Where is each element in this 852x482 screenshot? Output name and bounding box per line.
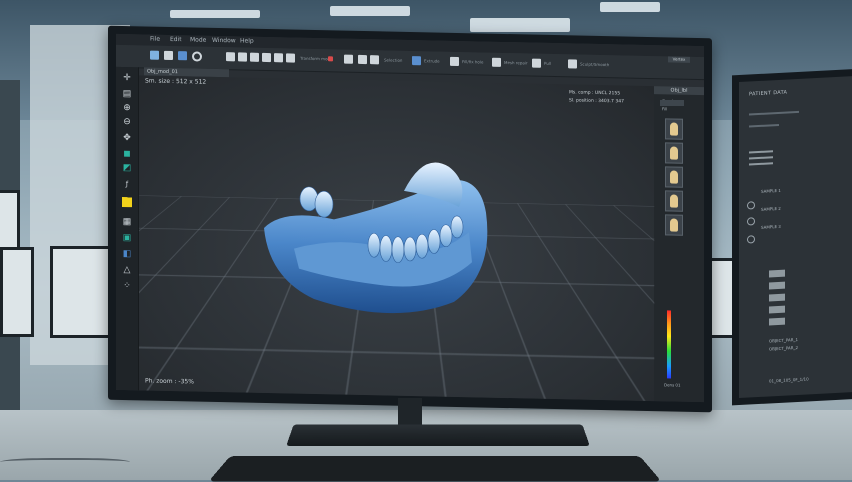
object-param-label: OBJECT_PAR_1 xyxy=(769,336,799,344)
secondary-monitor: PATIENT DATA SAMPLE 1 SAMPLE 2 SAMPLE 3 … xyxy=(732,68,852,406)
sphere-icon[interactable] xyxy=(192,51,202,62)
extrude-icon[interactable] xyxy=(412,56,421,66)
left-tool-rail: ✛ ▤ ⊕ ⊖ ✥ ◼ ◩ ƒ ▦ ▣ ◧ △ ⁘ xyxy=(116,66,139,391)
tooth-card[interactable] xyxy=(665,214,683,236)
mesh-icon[interactable]: ◩ xyxy=(122,163,132,173)
toolbar-label-pull: Pull xyxy=(544,60,552,66)
action-button[interactable] xyxy=(769,293,785,302)
layers-icon[interactable]: ▤ xyxy=(122,89,132,99)
tooth-card[interactable] xyxy=(665,190,683,212)
export-icon[interactable] xyxy=(178,51,187,61)
position-readout: Sl. position : 3403.7 347 xyxy=(569,98,624,105)
tooth-card[interactable] xyxy=(665,118,683,140)
ceiling-light xyxy=(330,6,410,16)
toolbar-label-repair: Mesh repair xyxy=(504,59,528,66)
3d-viewport[interactable]: Sm. size : 512 x 512 Ms. comp : UNCL 215… xyxy=(139,75,654,402)
right-panel: Obj_lbl Vertex Overlay Fill Dens 01 xyxy=(654,56,704,403)
brush-icon[interactable] xyxy=(344,54,353,64)
menu-file[interactable]: File xyxy=(150,36,160,43)
sample-radio[interactable] xyxy=(747,201,755,210)
background-monitor xyxy=(0,247,34,337)
sample-radio[interactable] xyxy=(747,235,755,244)
open-icon[interactable] xyxy=(164,50,173,61)
square-tool-icon[interactable] xyxy=(358,54,367,65)
grid-icon[interactable]: ▦ xyxy=(122,217,132,227)
save-icon[interactable] xyxy=(150,50,159,60)
toolbar-label-sculpt: Sculpt/Smooth xyxy=(580,61,610,68)
crosshair-icon[interactable]: ✛ xyxy=(122,73,132,83)
keyboard xyxy=(208,455,662,482)
repair-icon[interactable] xyxy=(492,57,501,67)
selection-icon[interactable] xyxy=(328,56,333,62)
sculpt-icon[interactable] xyxy=(568,59,577,69)
density-color-scale xyxy=(667,310,671,379)
toolbar-label-extrude: Extrude xyxy=(424,58,440,64)
action-button[interactable] xyxy=(769,281,785,290)
patient-data-window: PATIENT DATA SAMPLE 1 SAMPLE 2 SAMPLE 3 … xyxy=(739,75,852,399)
record-id: 01_08_105_0F_1/10 xyxy=(769,376,809,384)
action-button[interactable] xyxy=(769,317,785,326)
pull-icon[interactable] xyxy=(532,58,541,68)
ceiling-light xyxy=(170,10,260,18)
square-tool-icon[interactable] xyxy=(370,55,379,65)
checkbox-tool-icon[interactable] xyxy=(274,53,283,63)
zoom-out-icon[interactable]: ⊖ xyxy=(122,117,132,127)
cube-icon[interactable]: ◼ xyxy=(122,149,132,159)
main-monitor: File Edit Mode Window Help Transform mod… xyxy=(108,25,712,413)
checkbox-tool-icon[interactable] xyxy=(286,53,295,63)
tooth-card[interactable] xyxy=(665,142,683,164)
monitor-stand-neck xyxy=(398,398,422,428)
sample-label: SAMPLE 2 xyxy=(761,205,781,212)
text-line xyxy=(749,162,773,166)
ceiling-light xyxy=(600,2,660,12)
background-monitor xyxy=(0,190,20,250)
checkbox-tool-icon[interactable] xyxy=(262,52,271,63)
fill-toggle[interactable]: Fill xyxy=(662,106,667,111)
color-scale-label: Dens 01 xyxy=(664,382,681,388)
text-line xyxy=(749,110,799,116)
zoom-readout: Ph. zoom : -35% xyxy=(145,377,194,386)
patient-data-title: PATIENT DATA xyxy=(749,89,788,98)
menu-help[interactable]: Help xyxy=(240,37,254,44)
panel-icon[interactable]: ▣ xyxy=(122,233,132,243)
vertex-header-button[interactable] xyxy=(660,100,684,106)
menu-window[interactable]: Window xyxy=(212,37,236,44)
text-line xyxy=(749,156,773,160)
monitor-stand-base xyxy=(286,424,590,446)
toolbar-label-fill: Fill/fix hole xyxy=(462,59,484,65)
checkbox-tool-icon[interactable] xyxy=(226,52,235,62)
object-param-label: OBJECT_PAR_2 xyxy=(769,344,799,352)
sample-label: SAMPLE 3 xyxy=(761,223,781,230)
toolbar-label-selection: Selection xyxy=(384,57,403,63)
function-icon[interactable]: ƒ xyxy=(122,179,132,189)
action-button[interactable] xyxy=(769,269,785,278)
sample-size-readout: Sm. size : 512 x 512 xyxy=(145,77,207,86)
sample-label: SAMPLE 1 xyxy=(761,187,781,194)
vertex-button[interactable]: Vertex xyxy=(668,56,690,63)
checkbox-tool-icon[interactable] xyxy=(250,52,259,62)
triangle-icon[interactable]: △ xyxy=(122,265,132,275)
right-panel-header: Obj_lbl xyxy=(654,86,704,96)
move-icon[interactable]: ✥ xyxy=(122,133,132,143)
zoom-in-icon[interactable]: ⊕ xyxy=(122,103,132,113)
ceiling-light xyxy=(470,18,570,32)
cad-application-window: File Edit Mode Window Help Transform mod… xyxy=(116,33,704,403)
tooth-card[interactable] xyxy=(665,166,683,188)
desk-cable xyxy=(0,458,130,468)
sample-radio[interactable] xyxy=(747,217,755,226)
menu-mode[interactable]: Mode xyxy=(190,36,206,43)
menu-edit[interactable]: Edit xyxy=(170,36,182,43)
text-line xyxy=(749,150,773,154)
dots-icon[interactable]: ⁘ xyxy=(122,281,132,291)
dental-model[interactable] xyxy=(254,148,504,323)
fill-hole-icon[interactable] xyxy=(450,56,459,67)
mesh-comp-readout: Ms. comp : UNCL 2155 xyxy=(569,90,621,97)
checkbox-tool-icon[interactable] xyxy=(238,52,247,62)
text-line xyxy=(749,123,779,128)
action-button[interactable] xyxy=(769,305,785,314)
layout-icon[interactable]: ◧ xyxy=(122,249,132,259)
color-swatch-icon[interactable] xyxy=(122,196,132,208)
